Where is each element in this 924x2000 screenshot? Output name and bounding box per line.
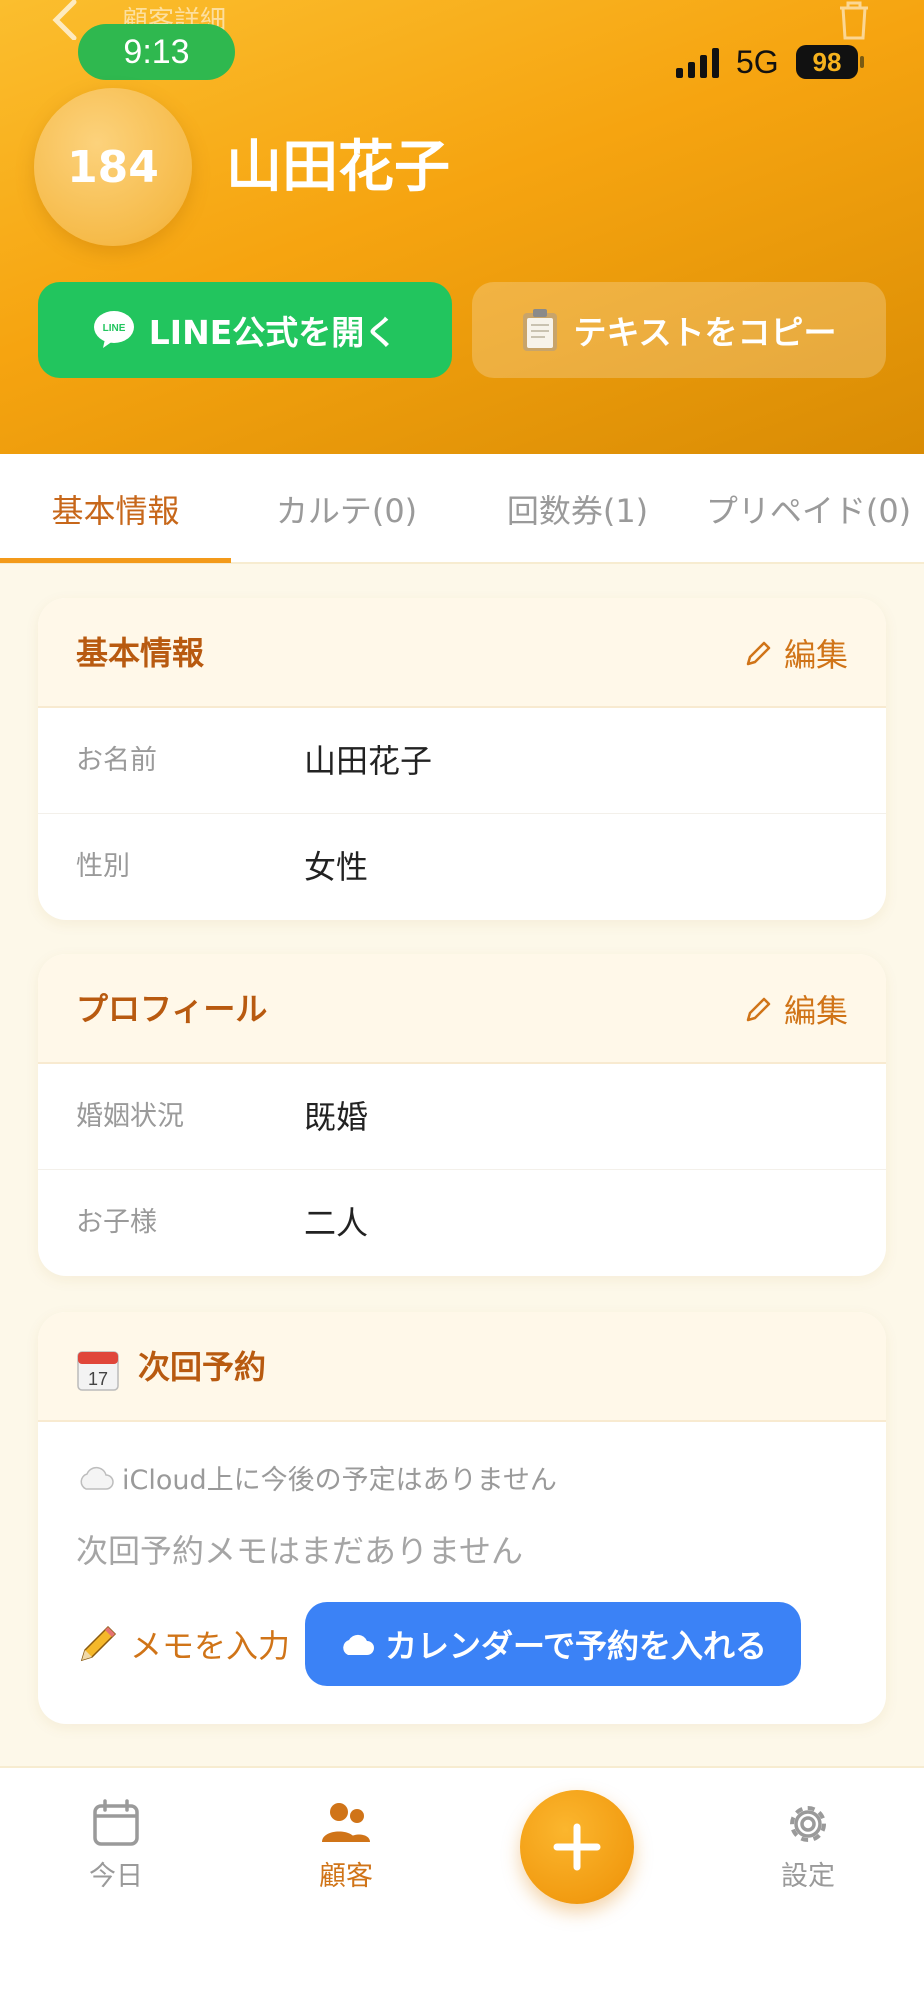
tab-coupon-tickets[interactable]: 回数券(1) (462, 454, 693, 564)
status-bar: 顧客詳細 9:13 5G 98 (0, 0, 924, 100)
cloud-icon (343, 1634, 374, 1655)
info-row-gender: 性別 女性 (38, 814, 886, 920)
clipboard-icon (523, 309, 558, 351)
battery-tip (860, 56, 864, 68)
memo-empty-text: 次回予約メモはまだありません (76, 1532, 524, 1570)
nav-today-label: 今日 (89, 1861, 143, 1892)
back-chevron-icon[interactable] (50, 0, 80, 40)
row-value: 二人 (304, 1204, 369, 1242)
copy-text-label: テキストをコピー (573, 313, 837, 352)
nav-today[interactable]: 今日 (46, 1798, 186, 1893)
people-icon (322, 1803, 370, 1842)
basic-info-card: 基本情報 編集 お名前 山田花子 性別 女性 (38, 598, 886, 920)
next-reservation-card: 17 次回予約 iCloud上に今後の予定はありません 次回予約メモはまだありま… (38, 1312, 886, 1724)
info-row-name: お名前 山田花子 (38, 708, 886, 814)
basic-info-header: 基本情報 編集 (38, 598, 886, 708)
active-tab-indicator (0, 558, 231, 563)
nav-settings-label: 設定 (781, 1861, 835, 1892)
icloud-note-text: iCloud上に今後の予定はありません (122, 1465, 557, 1496)
row-label: お子様 (76, 1207, 157, 1238)
battery-indicator: 98 (796, 45, 858, 79)
memo-input-button[interactable]: メモを入力 (76, 1602, 290, 1686)
row-label: お名前 (76, 745, 157, 776)
open-line-button[interactable]: LINE LINE公式を開く (38, 282, 452, 378)
basic-info-title: 基本情報 (76, 634, 205, 672)
profile-row-marital: 婚姻状況 既婚 (38, 1064, 886, 1170)
nav-settings[interactable]: 設定 (738, 1798, 878, 1893)
icloud-status: iCloud上に今後の予定はありません (76, 1458, 557, 1497)
bottom-nav: 今日 顧客 設定 (0, 1766, 924, 2000)
svg-text:LINE: LINE (102, 323, 125, 334)
profile-card: プロフィール 編集 婚姻状況 既婚 お子様 二人 (38, 954, 886, 1276)
row-value: 既婚 (304, 1098, 369, 1136)
signal-icon (676, 48, 719, 78)
copy-text-button[interactable]: テキストをコピー (472, 282, 886, 378)
tab-bar: 基本情報 カルテ(0) 回数券(1) プリペイド(0) (0, 454, 924, 564)
customer-number-avatar: 184 (34, 88, 192, 246)
next-reservation-header: 17 次回予約 (38, 1312, 886, 1422)
svg-text:17: 17 (88, 1369, 108, 1389)
customer-header: 顧客詳細 9:13 5G 98 184 山田花子 LINE LINE公式を開く (0, 0, 924, 454)
calendar-reserve-label: カレンダーで予約を入れる (384, 1627, 768, 1665)
edit-label: 編集 (783, 636, 848, 674)
calendar-icon: 17 (77, 1351, 119, 1391)
status-time: 9:13 (78, 24, 235, 80)
profile-header: プロフィール 編集 (38, 954, 886, 1064)
row-value: 女性 (304, 848, 369, 886)
cloud-icon (80, 1466, 114, 1490)
profile-edit-button[interactable]: 編集 (744, 954, 848, 1064)
open-line-label: LINE公式を開く (148, 313, 398, 352)
calendar-outline-icon (93, 1799, 139, 1846)
basic-info-edit-button[interactable]: 編集 (744, 598, 848, 708)
network-label: 5G (736, 44, 779, 80)
tab-karte[interactable]: カルテ(0) (231, 454, 462, 564)
profile-row-children: お子様 二人 (38, 1170, 886, 1276)
pencil-icon (746, 997, 771, 1022)
add-button[interactable] (520, 1790, 634, 1904)
nav-customers[interactable]: 顧客 (276, 1798, 416, 1893)
memo-input-label: メモを入力 (130, 1627, 291, 1665)
nav-customers-label: 顧客 (319, 1861, 373, 1892)
trash-icon[interactable] (832, 0, 876, 40)
tab-basic-info[interactable]: 基本情報 (0, 454, 231, 564)
pencil-emoji-icon (80, 1625, 117, 1662)
line-chat-icon: LINE (93, 311, 134, 348)
customer-name: 山田花子 (226, 135, 450, 200)
tab-prepaid[interactable]: プリペイド(0) (693, 454, 924, 564)
profile-title: プロフィール (76, 990, 268, 1028)
next-reservation-title: 次回予約 (138, 1348, 267, 1386)
row-label: 性別 (76, 851, 130, 882)
plus-icon (553, 1823, 601, 1871)
row-label: 婚姻状況 (76, 1101, 184, 1132)
row-value: 山田花子 (304, 742, 433, 780)
gear-icon (790, 1806, 826, 1842)
calendar-reserve-button[interactable]: カレンダーで予約を入れる (305, 1602, 801, 1686)
pencil-icon (746, 641, 771, 666)
edit-label: 編集 (783, 992, 848, 1030)
